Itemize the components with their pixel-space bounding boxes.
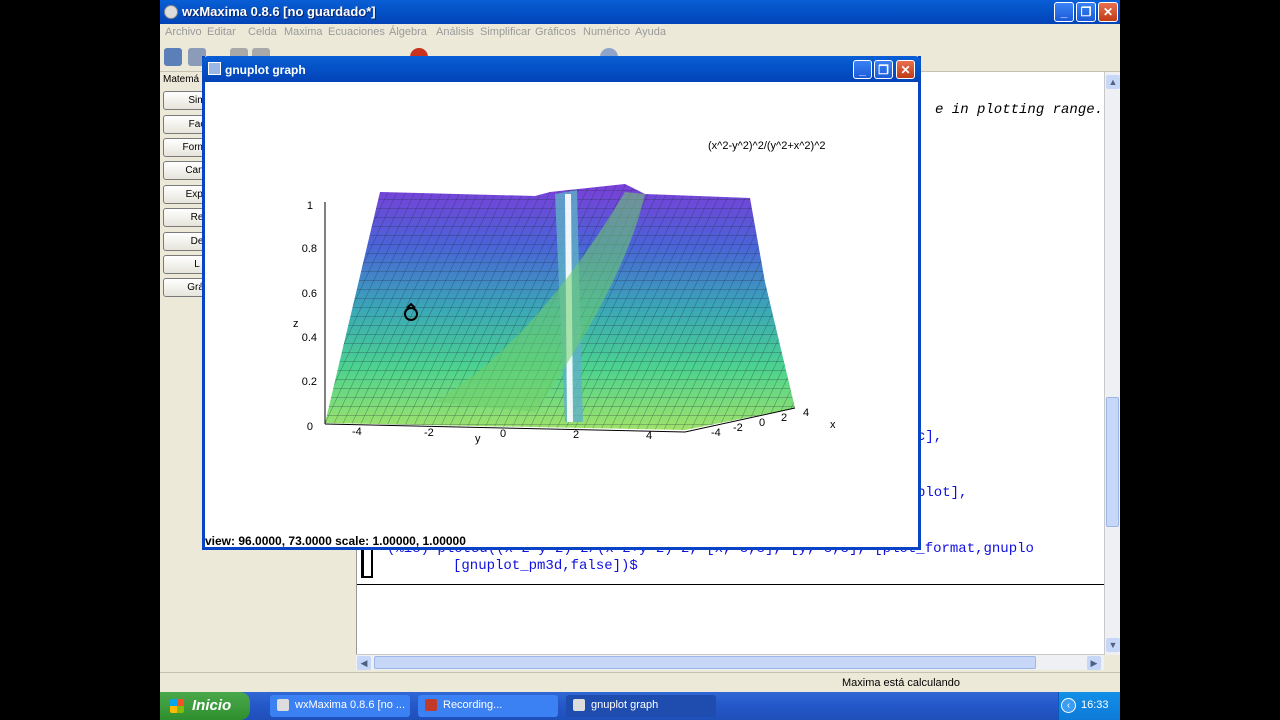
main-titlebar[interactable]: wxMaxima 0.8.6 [no guardado*] _ ❐ ✕ xyxy=(160,0,1120,24)
main-window-title: wxMaxima 0.8.6 [no guardado*] xyxy=(182,4,376,19)
surface-plot[interactable]: (x^2-y^2)^2/(y^2+x^2)^2 0 0.2 0.4 0.6 0.… xyxy=(205,82,918,524)
menu-simplificar[interactable]: Simplificar xyxy=(480,26,531,38)
task-gnuplot[interactable]: gnuplot graph xyxy=(566,695,716,717)
scroll-up-arrow-icon[interactable]: ▲ xyxy=(1106,75,1120,89)
gnuplot-view-status: view: 96.0000, 73.0000 scale: 1.00000, 1… xyxy=(205,534,466,548)
y-tick-2: 0 xyxy=(500,428,506,440)
z-tick-1: 0.2 xyxy=(302,376,317,388)
task-recording[interactable]: Recording... xyxy=(418,695,558,717)
menu-maxima[interactable]: Maxima xyxy=(284,26,323,38)
close-button[interactable]: ✕ xyxy=(1098,2,1118,22)
gnuplot-window-title: gnuplot graph xyxy=(225,63,306,77)
gnuplot-app-icon xyxy=(208,62,221,75)
windows-logo-icon xyxy=(170,699,184,713)
menu-bar: Archivo Editar Celda Maxima Ecuaciones Á… xyxy=(160,24,1120,42)
task-recording-label: Recording... xyxy=(443,699,503,711)
x-tick-4: 4 xyxy=(803,407,809,419)
start-button[interactable]: Inicio xyxy=(160,692,250,720)
surface-mesh xyxy=(325,184,795,430)
clock: 16:33 xyxy=(1081,699,1109,711)
status-bar: Maxima está calculando xyxy=(160,672,1120,692)
math-side-panel: Matemá Sim Fac Forma Canc Expa Re De L G… xyxy=(160,72,223,672)
menu-numerico[interactable]: Numérico xyxy=(583,26,630,38)
taskbar: Inicio wxMaxima 0.8.6 [no ... Recording.… xyxy=(160,692,1120,720)
vertical-scroll-thumb[interactable] xyxy=(1106,397,1119,527)
desktop-screen: wxMaxima 0.8.6 [no guardado*] _ ❐ ✕ Arch… xyxy=(160,0,1120,720)
maximize-button[interactable]: ❐ xyxy=(1076,2,1096,22)
cell-bracket[interactable] xyxy=(361,548,373,578)
wxmaxima-app-icon xyxy=(164,5,178,19)
system-tray: ‹ 16:33 xyxy=(1058,692,1120,720)
y-axis-ticks: -4 -2 0 2 4 y xyxy=(352,426,652,445)
scroll-down-arrow-icon[interactable]: ▼ xyxy=(1106,638,1120,652)
vertical-scrollbar[interactable]: ▲ ▼ xyxy=(1104,72,1120,655)
gnuplot-window[interactable]: gnuplot graph _ ❐ ✕ (x^2-y^2)^2/(y^2+x^2… xyxy=(202,56,921,550)
task-wxmaxima[interactable]: wxMaxima 0.8.6 [no ... xyxy=(270,695,410,717)
x-tick-0: -4 xyxy=(711,427,721,439)
gnuplot-minimize-button[interactable]: _ xyxy=(853,60,872,79)
code-line-fragment-2: plot], xyxy=(917,485,968,501)
scroll-left-arrow-icon[interactable]: ◀ xyxy=(357,656,371,670)
z-axis-label: z xyxy=(293,318,299,330)
menu-archivo[interactable]: Archivo xyxy=(165,26,202,38)
scroll-right-arrow-icon[interactable]: ▶ xyxy=(1087,656,1101,670)
gnuplot-task-icon xyxy=(573,699,585,711)
input-line-2[interactable]: [gnuplot_pm3d,false])$ xyxy=(453,558,638,574)
function-label: (x^2-y^2)^2/(y^2+x^2)^2 xyxy=(708,140,825,152)
x-tick-2: 0 xyxy=(759,417,765,429)
menu-ecuaciones[interactable]: Ecuaciones xyxy=(328,26,385,38)
task-gnuplot-label: gnuplot graph xyxy=(591,699,659,711)
menu-analisis[interactable]: Análisis xyxy=(436,26,474,38)
z-axis-ticks: 0 0.2 0.4 0.6 0.8 1 z xyxy=(293,200,317,433)
menu-editar[interactable]: Editar xyxy=(207,26,236,38)
menu-graficos[interactable]: Gráficos xyxy=(535,26,576,38)
z-tick-5: 1 xyxy=(307,200,313,212)
cell-divider xyxy=(357,584,1105,585)
menu-celda[interactable]: Celda xyxy=(248,26,277,38)
recording-task-icon xyxy=(425,699,437,711)
z-tick-2: 0.4 xyxy=(302,332,317,344)
y-tick-1: -2 xyxy=(424,427,434,439)
horizontal-scroll-thumb[interactable] xyxy=(374,656,1036,669)
gnuplot-close-button[interactable]: ✕ xyxy=(896,60,915,79)
y-tick-3: 2 xyxy=(573,429,579,441)
horizontal-scrollbar[interactable]: ◀ ▶ xyxy=(356,654,1104,670)
x-tick-1: -2 xyxy=(733,422,743,434)
y-tick-4: 4 xyxy=(646,430,652,442)
z-tick-4: 0.8 xyxy=(302,243,317,255)
status-text: Maxima está calculando xyxy=(842,677,961,689)
menu-ayuda[interactable]: Ayuda xyxy=(635,26,666,38)
start-label: Inicio xyxy=(192,697,232,714)
gnuplot-titlebar[interactable]: gnuplot graph _ ❐ ✕ xyxy=(202,56,921,82)
task-wxmaxima-label: wxMaxima 0.8.6 [no ... xyxy=(295,699,406,711)
warning-output-line: e in plotting range. xyxy=(935,102,1104,118)
side-panel-header: Matemá xyxy=(163,74,200,85)
y-tick-0: -4 xyxy=(352,426,362,438)
menu-algebra[interactable]: Álgebra xyxy=(389,26,427,38)
z-tick-3: 0.6 xyxy=(302,288,317,300)
minimize-button[interactable]: _ xyxy=(1054,2,1074,22)
tray-expand-icon[interactable]: ‹ xyxy=(1061,698,1076,713)
y-axis-label: y xyxy=(475,433,481,445)
x-axis-label: x xyxy=(830,419,836,431)
open-folder-icon[interactable] xyxy=(164,48,182,66)
wxmaxima-task-icon xyxy=(277,699,289,711)
z-tick-0: 0 xyxy=(307,421,313,433)
gnuplot-maximize-button[interactable]: ❐ xyxy=(874,60,893,79)
x-tick-3: 2 xyxy=(781,412,787,424)
